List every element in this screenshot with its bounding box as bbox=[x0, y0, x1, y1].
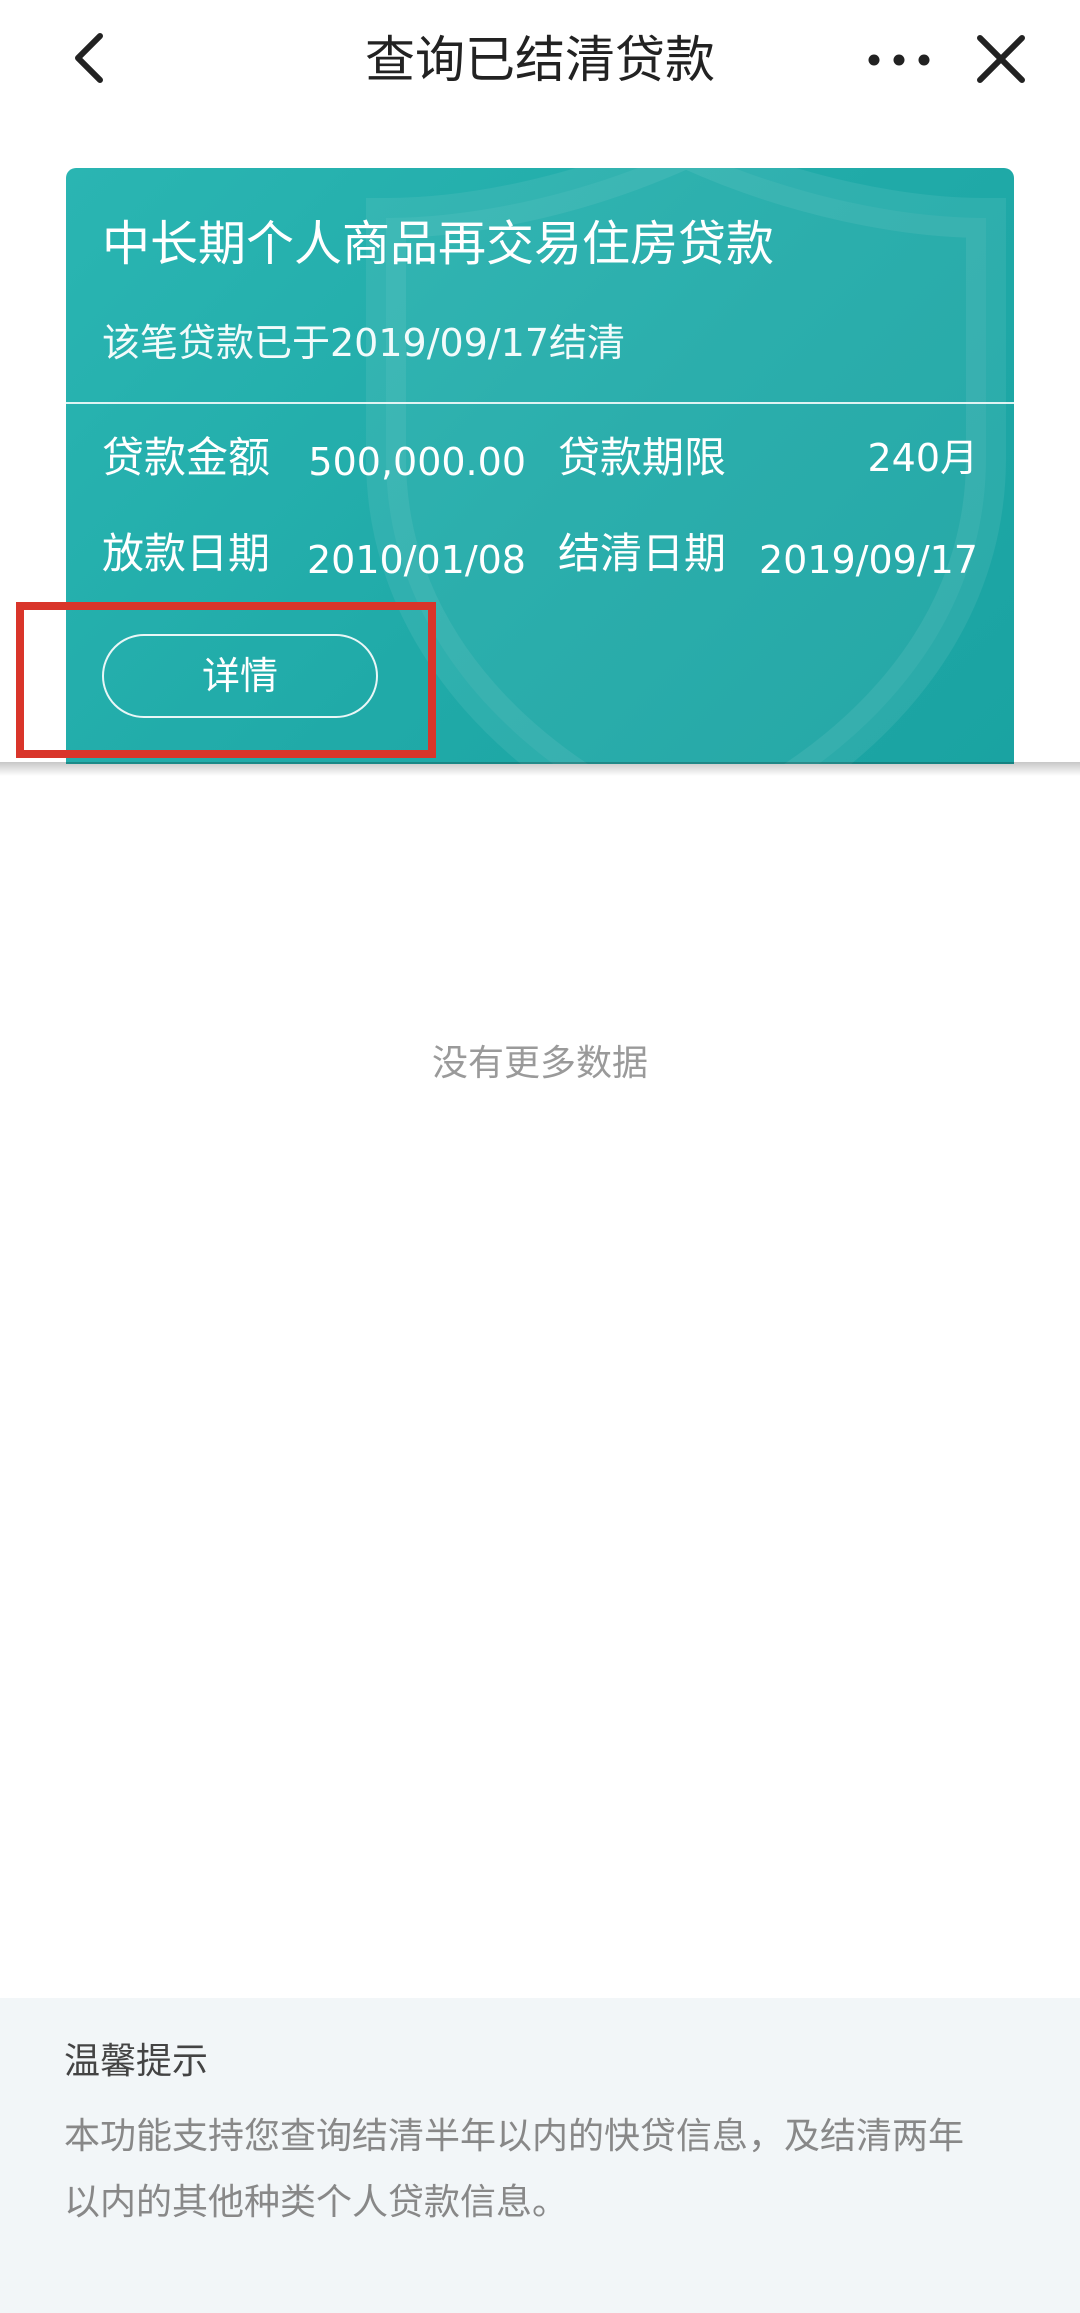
details-button[interactable]: 详情 bbox=[102, 634, 378, 718]
tips-panel: 温馨提示 本功能支持您查询结清半年以内的快贷信息，及结清两年 以内的其他种类个人… bbox=[0, 1998, 1080, 2313]
more-horizontal-icon bbox=[868, 54, 930, 66]
chevron-left-icon bbox=[75, 33, 103, 83]
loan-amount-label: 贷款金额 bbox=[102, 433, 271, 482]
loan-amount-value: 500,000.00 bbox=[308, 440, 526, 484]
tips-title: 温馨提示 bbox=[64, 2041, 209, 2082]
tips-body: 本功能支持您查询结清半年以内的快贷信息，及结清两年 以内的其他种类个人贷款信息。 bbox=[64, 2104, 1024, 2236]
tips-body-line-1: 本功能支持您查询结清半年以内的快贷信息，及结清两年 bbox=[64, 2116, 965, 2157]
tips-body-line-2: 以内的其他种类个人贷款信息。 bbox=[64, 2182, 569, 2223]
more-button[interactable] bbox=[864, 40, 934, 80]
settled-status-text: 该笔贷款已于2019/09/17结清 bbox=[102, 321, 626, 365]
disbursement-date-label: 放款日期 bbox=[102, 529, 271, 578]
loan-product-name: 中长期个人商品再交易住房贷款 bbox=[102, 216, 775, 272]
no-more-data-text: 没有更多数据 bbox=[431, 1043, 648, 1084]
card-fold-shadow bbox=[0, 762, 1080, 776]
top-nav-bar: 查询已结清贷款 bbox=[0, 0, 1080, 125]
settlement-date-label: 结清日期 bbox=[558, 529, 727, 578]
page-title: 查询已结清贷款 bbox=[365, 31, 715, 89]
card-divider bbox=[66, 402, 1014, 404]
close-button[interactable] bbox=[972, 30, 1030, 88]
close-icon bbox=[977, 35, 1025, 83]
settlement-date-value: 2019/09/17 bbox=[758, 538, 978, 582]
loan-term-value: 240月 bbox=[867, 436, 978, 480]
loan-card: 中长期个人商品再交易住房贷款 该笔贷款已于2019/09/17结清 贷款金额 5… bbox=[66, 168, 1014, 764]
disbursement-date-value: 2010/01/08 bbox=[306, 538, 526, 582]
loan-term-label: 贷款期限 bbox=[558, 433, 727, 482]
back-button[interactable] bbox=[62, 28, 122, 88]
